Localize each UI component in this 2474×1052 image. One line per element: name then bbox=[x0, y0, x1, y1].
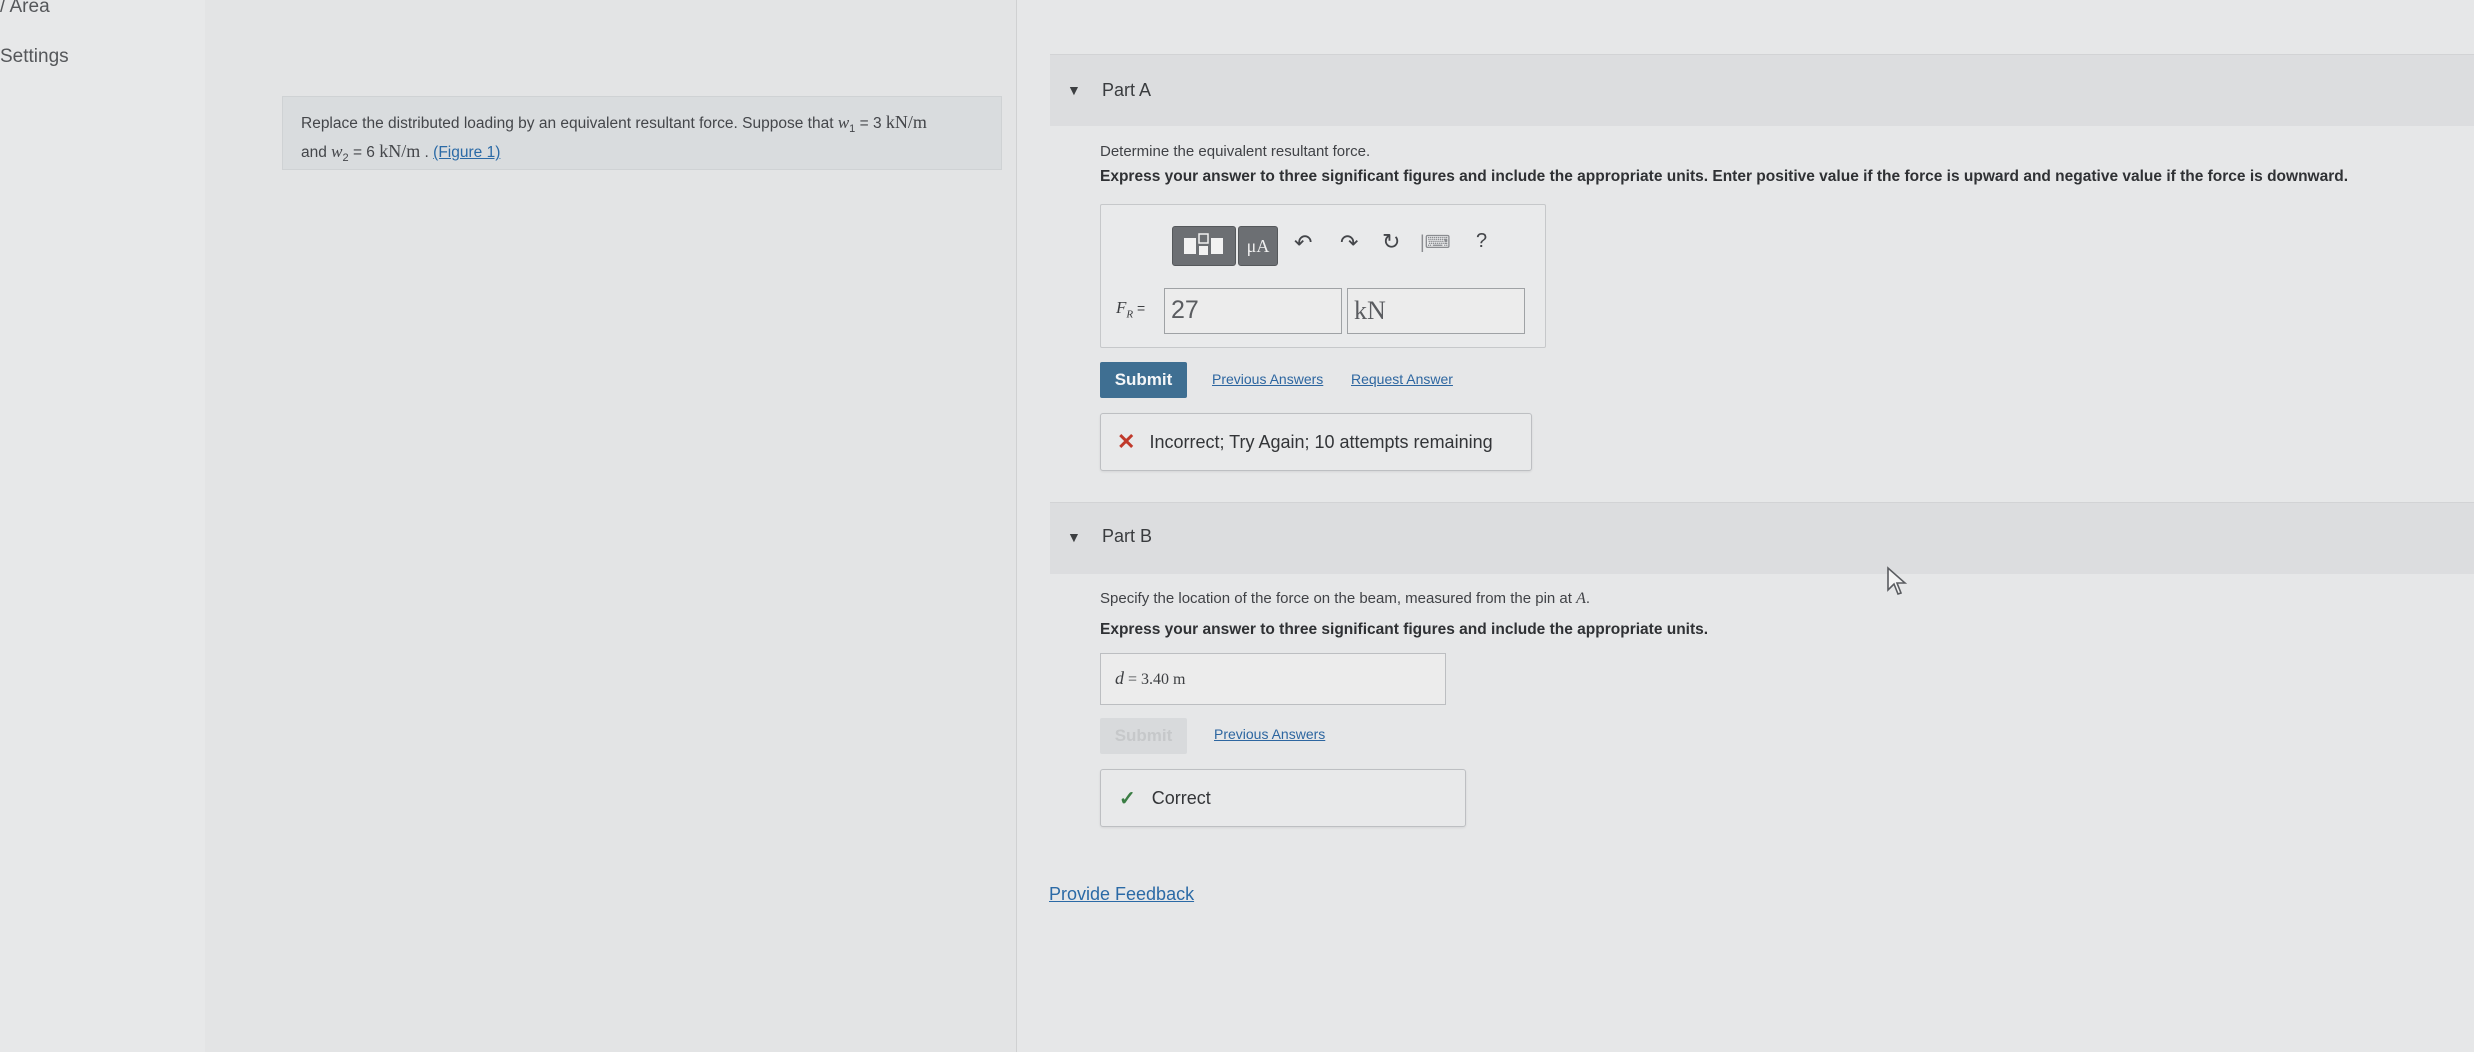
figure-link[interactable]: (Figure 1) bbox=[433, 144, 500, 161]
part-b-answer-display: d = 3.40 m bbox=[1100, 653, 1446, 705]
part-b-title[interactable]: Part B bbox=[1102, 526, 1152, 547]
fr-eq: = bbox=[1133, 300, 1146, 316]
part-a-instructions: Express your answer to three significant… bbox=[1100, 168, 2349, 185]
caret-down-icon[interactable]: ▼ bbox=[1067, 82, 1081, 98]
w1-symbol: w bbox=[837, 113, 850, 132]
part-a-submit-button[interactable]: Submit bbox=[1100, 362, 1187, 398]
correct-feedback: ✓ Correct bbox=[1100, 769, 1466, 827]
redo-icon[interactable]: ↷ bbox=[1340, 230, 1358, 256]
pin-var: A bbox=[1576, 590, 1586, 607]
units-button[interactable]: μA bbox=[1238, 226, 1278, 266]
undo-icon[interactable]: ↶ bbox=[1294, 230, 1312, 256]
part-b-header[interactable] bbox=[1050, 502, 2474, 574]
caret-down-icon[interactable]: ▼ bbox=[1067, 529, 1081, 545]
part-a-header[interactable] bbox=[1050, 54, 2474, 126]
part-a-prompt: Determine the equivalent resultant force… bbox=[1100, 143, 1371, 160]
request-answer-link[interactable]: Request Answer bbox=[1351, 371, 1453, 387]
part-b-prompt-text: Specify the location of the force on the… bbox=[1100, 590, 1577, 607]
check-icon: ✓ bbox=[1119, 787, 1136, 810]
w1-unit: kN/m bbox=[885, 112, 927, 132]
w1-eq: = 3 bbox=[855, 115, 886, 132]
force-unit-input[interactable]: kN bbox=[1347, 288, 1525, 334]
part-b-prompt: Specify the location of the force on the… bbox=[1100, 590, 1590, 608]
period: . bbox=[420, 144, 434, 162]
provide-feedback-link[interactable]: Provide Feedback bbox=[1049, 884, 1194, 905]
reset-icon[interactable]: ↻ bbox=[1382, 229, 1400, 255]
d-value: = 3.40 m bbox=[1124, 671, 1186, 688]
part-b-prompt-end: . bbox=[1585, 590, 1591, 607]
problem-statement: Replace the distributed loading by an eq… bbox=[282, 96, 1002, 170]
part-b-instructions: Express your answer to three significant… bbox=[1100, 621, 1709, 638]
left-nav bbox=[0, 0, 240, 1052]
nav-area-link[interactable]: / Area bbox=[0, 0, 50, 18]
mouse-cursor-icon bbox=[1886, 566, 1908, 601]
d-var: d bbox=[1115, 668, 1124, 688]
incorrect-text: Incorrect; Try Again; 10 attempts remain… bbox=[1149, 431, 1493, 452]
keyboard-icon[interactable]: |⌨ bbox=[1420, 232, 1451, 253]
help-button[interactable]: ? bbox=[1476, 230, 1487, 253]
w2-eq: = 6 bbox=[348, 144, 380, 162]
w2-unit: kN/m bbox=[379, 141, 421, 162]
force-value-input[interactable]: 27 bbox=[1164, 288, 1342, 334]
part-a-title[interactable]: Part A bbox=[1102, 80, 1151, 101]
w2-symbol: w bbox=[331, 142, 343, 162]
part-b-submit-button: Submit bbox=[1100, 718, 1187, 754]
problem-text: Replace the distributed loading by an eq… bbox=[301, 115, 838, 132]
correct-text: Correct bbox=[1151, 787, 1211, 808]
fr-var: F bbox=[1116, 298, 1127, 317]
part-b-previous-answers-link[interactable]: Previous Answers bbox=[1214, 726, 1325, 742]
part-a-previous-answers-link[interactable]: Previous Answers bbox=[1212, 371, 1323, 387]
fr-label: FR = bbox=[1116, 298, 1145, 320]
x-icon: ✕ bbox=[1117, 429, 1136, 454]
and-text: and bbox=[301, 144, 332, 162]
nav-settings-link[interactable]: Settings bbox=[0, 46, 69, 68]
incorrect-feedback: ✕ Incorrect; Try Again; 10 attempts rema… bbox=[1100, 413, 1532, 471]
template-icon[interactable] bbox=[1172, 226, 1236, 266]
